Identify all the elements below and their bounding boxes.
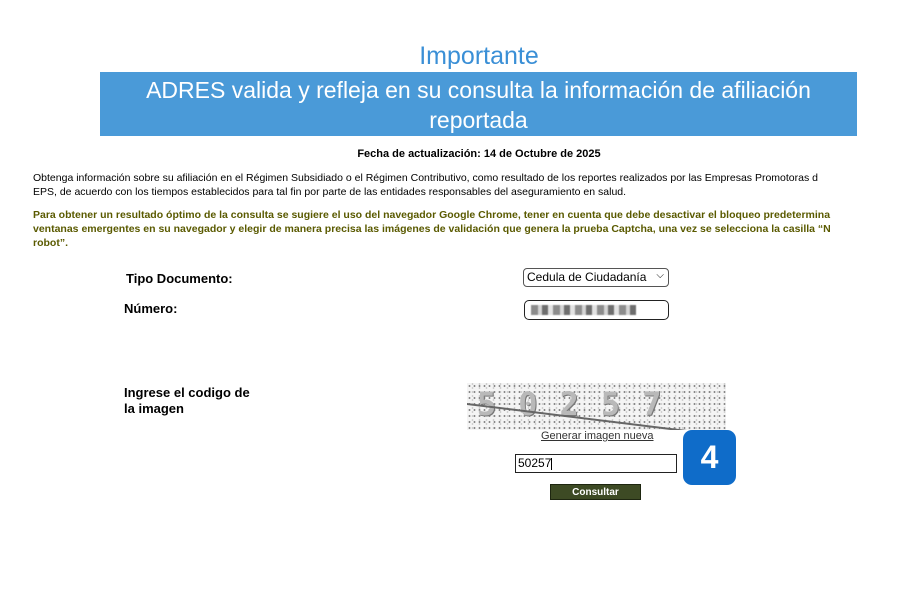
step-number-badge: 4 (683, 430, 736, 485)
info-line-2: EPS, de acuerdo con los tiempos establec… (33, 186, 627, 198)
captcha-image: 50257 (467, 383, 726, 430)
doc-type-label: Tipo Documento: (126, 271, 233, 286)
chevron-down-icon: ⌵ (656, 270, 664, 281)
page-title: Importante (419, 42, 539, 70)
number-label: Número: (124, 301, 178, 316)
notice-line-1: Para obtener un resultado óptimo de la c… (33, 209, 831, 221)
doc-type-value: Cedula de Ciudadanía (527, 270, 647, 284)
browser-notice: Para obtener un resultado óptimo de la c… (33, 208, 878, 250)
info-banner: ADRES valida y refleja en su consulta la… (100, 72, 857, 163)
doc-type-select[interactable]: Cedula de Ciudadanía ⌵ (523, 268, 669, 287)
captcha-code-value: 50257 (518, 456, 552, 470)
text-caret (551, 457, 553, 470)
regenerate-captcha-link[interactable]: Generar imagen nueva (541, 430, 654, 442)
banner-line-1: ADRES valida y refleja en su consulta la… (146, 77, 811, 133)
info-line-1: Obtenga información sobre su afiliación … (33, 172, 818, 184)
notice-line-3: robot”. (33, 237, 68, 249)
captcha-label-line-2: la imagen (124, 401, 184, 416)
captcha-label-line-1: Ingrese el codigo de (124, 385, 250, 400)
captcha-label: Ingrese el codigo de la imagen (124, 385, 274, 417)
captcha-code-input[interactable]: 50257 (515, 454, 677, 473)
notice-line-2: ventanas emergentes en su navegador y el… (33, 223, 831, 235)
redacted-number (531, 305, 636, 315)
consult-button[interactable]: Consultar (550, 484, 641, 500)
number-input[interactable] (524, 300, 669, 320)
update-date: Fecha de actualización: 14 de Octubre de… (357, 148, 601, 160)
info-paragraph: Obtenga información sobre su afiliación … (33, 171, 878, 199)
